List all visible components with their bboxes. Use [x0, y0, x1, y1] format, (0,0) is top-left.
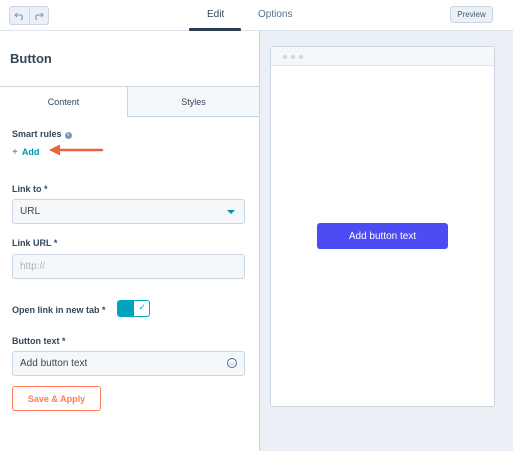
top-toolbar: Edit Options Preview	[0, 0, 513, 31]
tab-styles[interactable]: Styles	[128, 86, 259, 117]
new-tab-label: Open link in new tab *	[12, 305, 106, 315]
device-frame: Add button text	[270, 46, 495, 407]
panel-tabs: Content Styles	[0, 86, 259, 117]
dropdown-caret-icon	[227, 210, 235, 214]
tab-options[interactable]: Options	[258, 9, 292, 20]
toggle-knob	[118, 301, 134, 316]
save-apply-button[interactable]: Save & Apply	[12, 386, 101, 411]
device-titlebar	[271, 47, 494, 66]
window-dot	[283, 55, 287, 59]
panel-title: Button	[10, 51, 52, 66]
history-controls	[9, 6, 49, 25]
button-text-value: Add button text	[20, 358, 88, 369]
emoji-icon[interactable]: ◡	[227, 358, 237, 368]
link-url-label: Link URL *	[12, 238, 58, 248]
window-dot	[291, 55, 295, 59]
new-tab-toggle[interactable]: ✓	[117, 300, 150, 317]
smart-rules-label-text: Smart rules	[12, 129, 62, 139]
link-url-input[interactable]: http://	[12, 254, 245, 279]
preview-button-element[interactable]: Add button text	[317, 223, 448, 249]
button-text-input[interactable]: Add button text ◡	[12, 351, 245, 376]
undo-icon[interactable]	[10, 7, 29, 24]
link-to-value: URL	[20, 206, 41, 217]
preview-area: Add button text	[260, 31, 513, 451]
checkmark-icon: ✓	[138, 302, 146, 312]
plus-icon: +	[12, 147, 18, 158]
tab-content[interactable]: Content	[0, 86, 128, 117]
info-icon[interactable]: i	[64, 132, 72, 139]
link-to-label: Link to *	[12, 184, 48, 194]
window-dot	[299, 55, 303, 59]
preview-button[interactable]: Preview	[450, 6, 493, 23]
add-smart-rule-label: Add	[21, 147, 40, 157]
editor-panel: Button Content Styles Smart rules i + Add …	[0, 31, 260, 451]
redo-icon[interactable]	[28, 7, 48, 24]
smart-rules-label: Smart rules i	[12, 129, 72, 139]
button-text-label: Button text *	[12, 336, 66, 346]
link-url-placeholder: http://	[20, 261, 46, 272]
annotation-arrow-icon	[49, 144, 104, 156]
tab-edit[interactable]: Edit	[207, 9, 224, 20]
link-to-select[interactable]: URL	[12, 199, 245, 224]
add-smart-rule-link[interactable]: + Add	[12, 147, 39, 158]
